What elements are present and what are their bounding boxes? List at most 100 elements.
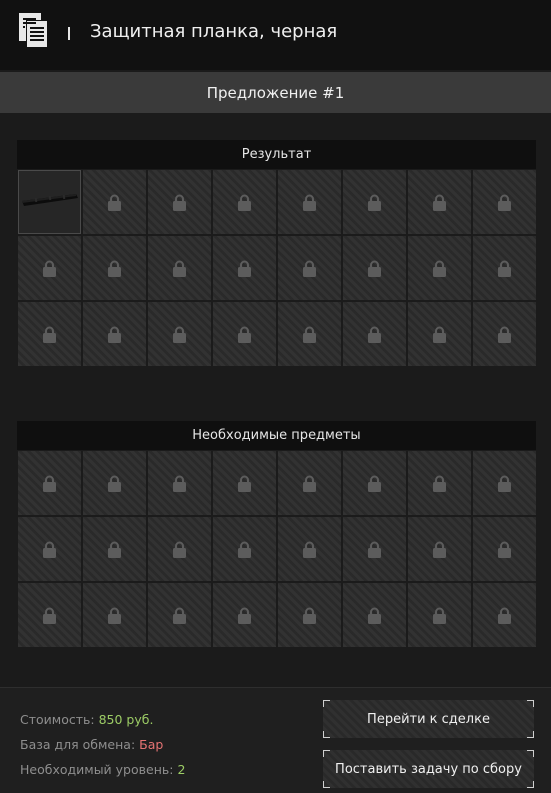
required-items-grid xyxy=(18,451,536,647)
lock-icon xyxy=(238,607,251,624)
required-locked-slot[interactable] xyxy=(148,517,211,581)
document-icon xyxy=(19,13,48,48)
level-row: Необходимый уровень: 2 xyxy=(20,762,185,777)
lock-icon xyxy=(368,607,381,624)
required-locked-slot[interactable] xyxy=(83,517,146,581)
required-locked-slot[interactable] xyxy=(18,583,81,647)
result-locked-slot[interactable] xyxy=(278,302,341,366)
lock-icon xyxy=(498,475,511,492)
result-locked-slot[interactable] xyxy=(343,302,406,366)
required-locked-slot[interactable] xyxy=(83,451,146,515)
required-title: Необходимые предметы xyxy=(192,428,361,443)
required-locked-slot[interactable] xyxy=(278,451,341,515)
start-craft-label: Поставить задачу по сбору xyxy=(335,761,522,777)
required-locked-slot[interactable] xyxy=(473,451,536,515)
result-locked-slot[interactable] xyxy=(83,236,146,300)
required-locked-slot[interactable] xyxy=(408,517,471,581)
result-locked-slot[interactable] xyxy=(83,170,146,234)
level-label: Необходимый уровень: xyxy=(20,762,174,777)
footer-panel: Стоимость: 850 руб. База для обмена: Бар… xyxy=(0,687,551,793)
required-locked-slot[interactable] xyxy=(408,583,471,647)
header-bar: Защитная планка, черная xyxy=(0,0,551,70)
result-item-slot[interactable] xyxy=(18,170,81,234)
lock-icon xyxy=(238,260,251,277)
result-locked-slot[interactable] xyxy=(213,170,276,234)
required-locked-slot[interactable] xyxy=(213,451,276,515)
result-locked-slot[interactable] xyxy=(148,236,211,300)
required-locked-slot[interactable] xyxy=(83,583,146,647)
result-locked-slot[interactable] xyxy=(148,170,211,234)
required-locked-slot[interactable] xyxy=(18,517,81,581)
required-locked-slot[interactable] xyxy=(408,451,471,515)
result-locked-slot[interactable] xyxy=(408,302,471,366)
result-locked-slot[interactable] xyxy=(213,302,276,366)
required-locked-slot[interactable] xyxy=(213,517,276,581)
lock-icon xyxy=(498,541,511,558)
lock-icon xyxy=(173,475,186,492)
lock-icon xyxy=(303,194,316,211)
lock-icon xyxy=(43,475,56,492)
result-locked-slot[interactable] xyxy=(343,236,406,300)
required-locked-slot[interactable] xyxy=(473,583,536,647)
required-locked-slot[interactable] xyxy=(343,451,406,515)
go-to-trade-label: Перейти к сделке xyxy=(367,711,490,727)
base-value: Бар xyxy=(139,737,164,752)
result-grid xyxy=(18,170,536,366)
go-to-trade-button[interactable]: Перейти к сделке xyxy=(323,700,534,738)
lock-icon xyxy=(368,326,381,343)
result-locked-slot[interactable] xyxy=(408,236,471,300)
lock-icon xyxy=(173,194,186,211)
lock-icon xyxy=(238,541,251,558)
result-locked-slot[interactable] xyxy=(473,236,536,300)
result-locked-slot[interactable] xyxy=(473,170,536,234)
lock-icon xyxy=(498,260,511,277)
lock-icon xyxy=(303,260,316,277)
result-locked-slot[interactable] xyxy=(278,236,341,300)
lock-icon xyxy=(368,260,381,277)
lock-icon xyxy=(108,260,121,277)
lock-icon xyxy=(433,260,446,277)
result-locked-slot[interactable] xyxy=(18,236,81,300)
level-value: 2 xyxy=(177,762,186,777)
required-locked-slot[interactable] xyxy=(213,583,276,647)
page-title: Защитная планка, черная xyxy=(90,21,338,42)
lock-icon xyxy=(173,326,186,343)
result-locked-slot[interactable] xyxy=(278,170,341,234)
header-separator xyxy=(68,27,70,40)
required-locked-slot[interactable] xyxy=(148,583,211,647)
start-craft-button[interactable]: Поставить задачу по сбору xyxy=(323,750,534,788)
required-locked-slot[interactable] xyxy=(343,517,406,581)
lock-icon xyxy=(173,541,186,558)
required-locked-slot[interactable] xyxy=(278,583,341,647)
required-locked-slot[interactable] xyxy=(473,517,536,581)
required-locked-slot[interactable] xyxy=(278,517,341,581)
result-locked-slot[interactable] xyxy=(408,170,471,234)
base-row: База для обмена: Бар xyxy=(20,737,163,752)
result-locked-slot[interactable] xyxy=(473,302,536,366)
lock-icon xyxy=(498,326,511,343)
result-locked-slot[interactable] xyxy=(148,302,211,366)
lock-icon xyxy=(173,607,186,624)
cost-row: Стоимость: 850 руб. xyxy=(20,712,153,727)
lock-icon xyxy=(238,475,251,492)
lock-icon xyxy=(43,541,56,558)
base-label: База для обмена: xyxy=(20,737,136,752)
lock-icon xyxy=(303,541,316,558)
required-locked-slot[interactable] xyxy=(18,451,81,515)
lock-icon xyxy=(433,607,446,624)
result-locked-slot[interactable] xyxy=(83,302,146,366)
lock-icon xyxy=(43,607,56,624)
lock-icon xyxy=(498,194,511,211)
lock-icon xyxy=(238,326,251,343)
cost-label: Стоимость: xyxy=(20,712,95,727)
required-locked-slot[interactable] xyxy=(343,583,406,647)
result-locked-slot[interactable] xyxy=(343,170,406,234)
result-locked-slot[interactable] xyxy=(213,236,276,300)
lock-icon xyxy=(303,475,316,492)
lock-icon xyxy=(43,260,56,277)
lock-icon xyxy=(498,607,511,624)
offer-header: Предложение #1 xyxy=(0,72,551,113)
result-title: Результат xyxy=(241,147,312,162)
required-locked-slot[interactable] xyxy=(148,451,211,515)
result-locked-slot[interactable] xyxy=(18,302,81,366)
